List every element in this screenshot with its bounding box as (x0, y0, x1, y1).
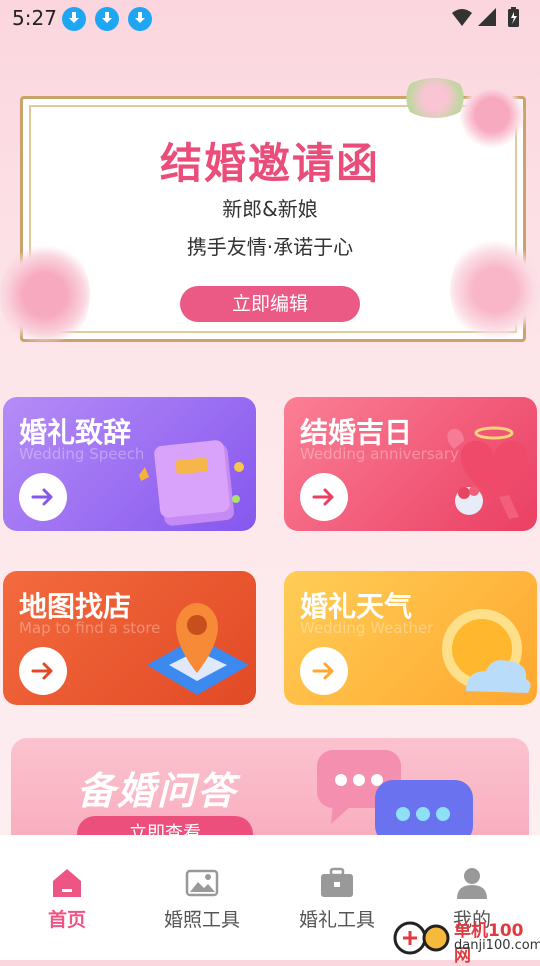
nav-label: 婚礼工具 (298, 909, 375, 931)
edit-now-button[interactable]: 立即编辑 (180, 286, 360, 322)
feature-card-wedding-speech[interactable]: 婚礼致辞 Wedding Speech (3, 397, 256, 531)
image-icon (185, 869, 219, 897)
arrow-button[interactable] (300, 647, 348, 695)
arrow-button[interactable] (300, 473, 348, 521)
download-icon (128, 7, 152, 31)
book-icon (139, 440, 244, 526)
invitation-title: 结婚邀请函 (159, 139, 380, 188)
nav-item-wedding-tools[interactable]: 婚礼工具 (282, 865, 392, 932)
home-icon (53, 869, 81, 897)
nav-label: 婚照工具 (163, 909, 240, 931)
watermark-domain: danji100.com (454, 938, 540, 953)
heart-balloon-icon (447, 426, 528, 519)
status-icons (450, 6, 530, 30)
feature-card-map-store[interactable]: 地图找店 Map to find a store (3, 571, 256, 705)
battery-icon (508, 7, 519, 27)
arrow-right-icon (312, 662, 334, 680)
wifi-icon (452, 9, 472, 26)
nav-item-home[interactable]: 首页 (12, 865, 122, 932)
status-bar: 5:27 (0, 0, 540, 38)
arrow-button[interactable] (19, 647, 67, 695)
feature-subtitle: Wedding Speech (19, 445, 145, 463)
arrow-right-icon (312, 488, 334, 506)
banner-title: 备婚问答 (77, 769, 238, 813)
person-icon (457, 868, 487, 899)
download-icon (95, 7, 119, 31)
sun-cloud-icon (442, 609, 531, 693)
arrow-button[interactable] (19, 473, 67, 521)
nav-item-photo-tools[interactable]: 婚照工具 (147, 865, 257, 932)
watermark: 单机100网 danji100.com (392, 912, 540, 966)
feature-card-wedding-date[interactable]: 结婚吉日 Wedding anniversary (284, 397, 537, 531)
invitation-slogan: 携手友情·承诺于心 (186, 235, 354, 259)
download-icon (62, 7, 86, 31)
briefcase-icon (321, 867, 353, 897)
signal-icon (478, 8, 496, 26)
feature-subtitle: Wedding Weather (300, 619, 434, 637)
arrow-right-icon (31, 488, 53, 506)
status-time: 5:27 (12, 6, 57, 30)
map-pin-icon (147, 603, 249, 695)
watermark-logo-icon (393, 921, 450, 955)
invitation-couple: 新郎&新娘 (222, 197, 318, 221)
arrow-right-icon (31, 662, 53, 680)
nav-label: 首页 (47, 909, 86, 931)
feature-card-wedding-weather[interactable]: 婚礼天气 Wedding Weather (284, 571, 537, 705)
